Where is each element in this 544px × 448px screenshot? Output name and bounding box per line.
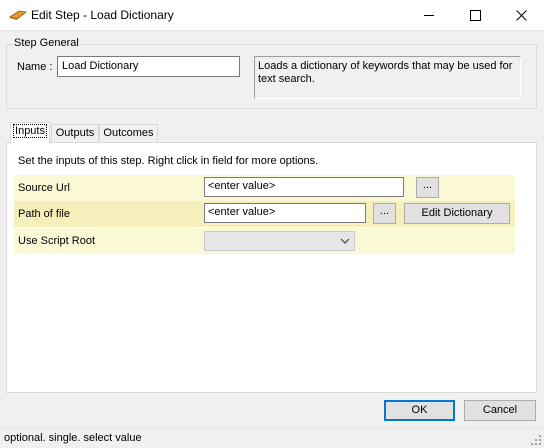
path-of-file-label: Path of file: [18, 208, 70, 220]
status-text: optional. single. select value: [4, 432, 142, 444]
status-bar: optional. single. select value: [0, 427, 544, 448]
use-script-root-label: Use Script Root: [18, 235, 96, 247]
tab-inputs-label: Inputs: [13, 124, 47, 138]
tab-outcomes-label: Outcomes: [103, 127, 154, 139]
inputs-instructions: Set the inputs of this step. Right click…: [18, 155, 319, 167]
source-url-browse-button[interactable]: ...: [416, 177, 439, 198]
tab-outputs-label: Outputs: [55, 127, 95, 139]
window-title: Edit Step - Load Dictionary: [31, 8, 174, 22]
tab-outputs[interactable]: Outputs: [51, 124, 99, 143]
use-script-root-select[interactable]: [204, 231, 355, 251]
close-button[interactable]: [498, 0, 544, 31]
minimize-icon: [423, 15, 434, 16]
tab-inputs[interactable]: Inputs: [10, 122, 50, 144]
title-bar: Edit Step - Load Dictionary: [0, 0, 544, 31]
step-general-label: Step General: [13, 37, 80, 49]
name-input[interactable]: Load Dictionary: [57, 56, 240, 77]
tab-outcomes[interactable]: Outcomes: [99, 124, 158, 143]
description-box: Loads a dictionary of keywords that may …: [254, 56, 521, 99]
cancel-button[interactable]: Cancel: [464, 400, 536, 421]
resize-grip-icon[interactable]: [530, 434, 542, 446]
source-url-label: Source Url: [18, 182, 70, 194]
chevron-down-icon: [340, 238, 350, 244]
minimize-button[interactable]: [406, 0, 452, 31]
edit-dictionary-button[interactable]: Edit Dictionary: [404, 203, 510, 224]
path-of-file-browse-button[interactable]: ...: [373, 203, 396, 224]
close-icon: [515, 10, 527, 21]
path-of-file-input[interactable]: <enter value>: [204, 203, 366, 223]
maximize-icon: [469, 10, 481, 21]
source-url-input[interactable]: <enter value>: [204, 177, 404, 197]
maximize-button[interactable]: [452, 0, 498, 31]
name-label: Name :: [17, 61, 53, 73]
ok-button[interactable]: OK: [384, 400, 455, 421]
app-icon: [9, 10, 27, 20]
